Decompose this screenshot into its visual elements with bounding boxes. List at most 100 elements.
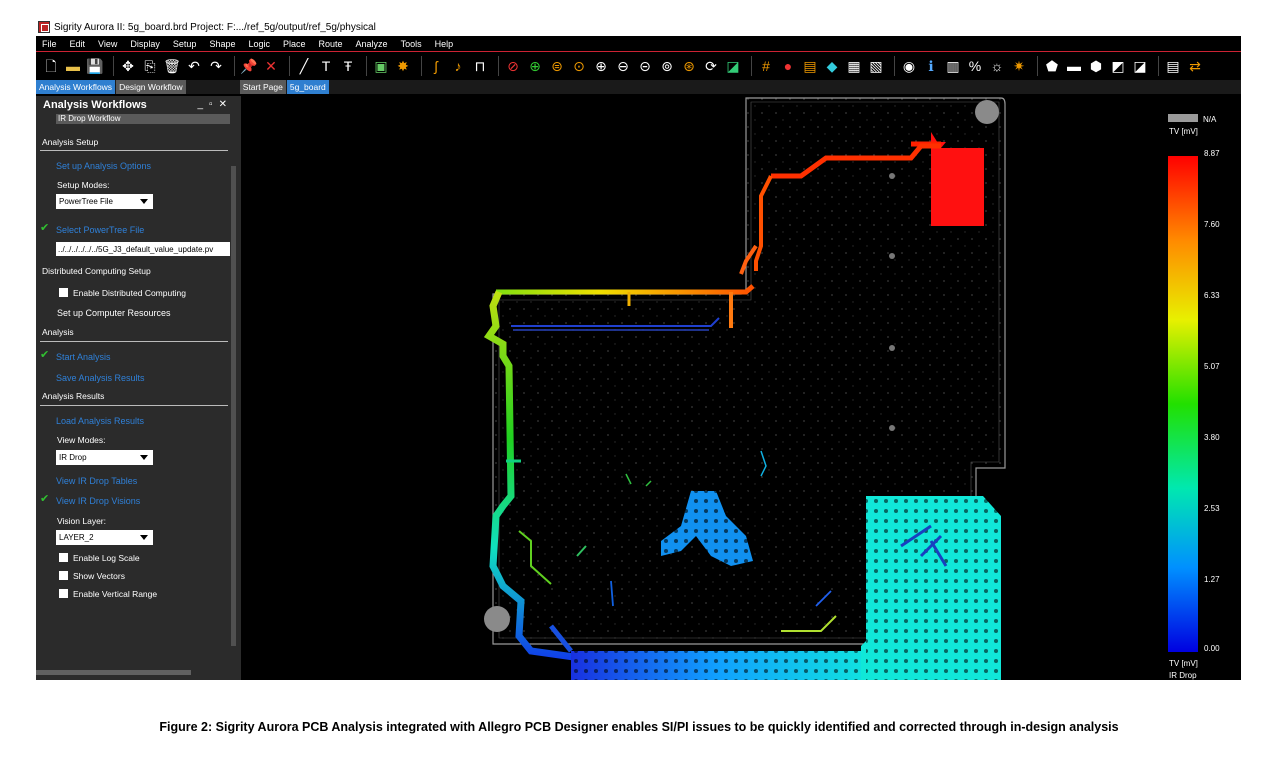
shape-add-icon[interactable]: ⬟ — [1043, 57, 1061, 75]
unpin-icon[interactable]: ✕ — [262, 57, 280, 75]
tab-design-workflow[interactable]: Design Workflow — [116, 80, 186, 94]
ir-drop-visualization: N/A TV [mV] 8.87 7.60 6.33 5.07 3.80 2.5… — [483, 97, 1220, 680]
horizontal-scrollbar[interactable] — [36, 670, 191, 675]
zoom-window-icon[interactable]: ⊙ — [570, 57, 588, 75]
setup-modes-dropdown[interactable]: PowerTree File — [56, 194, 153, 209]
copy-icon[interactable]: ⎘ — [141, 57, 159, 75]
toolbar: 🗋 ▬ 💾 ✥ ⎘ 🗑 ↶ ↷ 📌 ✕ ╱ T Ŧ ▣ ✸ ʃ ♪ ⊓ ⊘ ⊕ … — [36, 52, 1241, 80]
shape-void-icon[interactable]: ◪ — [1131, 57, 1149, 75]
chevron-down-icon — [140, 535, 148, 540]
shape-edit-icon[interactable]: ▬ — [1065, 57, 1083, 75]
menu-analyze[interactable]: Analyze — [356, 39, 388, 49]
add-line-icon[interactable]: ╱ — [295, 57, 313, 75]
section-analysis-setup: Analysis Setup — [42, 137, 99, 147]
save-icon[interactable]: 💾 — [86, 57, 104, 75]
delay-tune-icon[interactable]: ⊓ — [471, 57, 489, 75]
section-analysis: Analysis — [42, 327, 74, 337]
3d-view-icon[interactable]: ◪ — [724, 57, 742, 75]
route-connect-icon[interactable]: ʃ — [427, 57, 445, 75]
view-ir-drop-tables-link[interactable]: View IR Drop Tables — [56, 476, 137, 486]
tab-start-page[interactable]: Start Page — [239, 80, 286, 94]
swap-icon[interactable]: ⇄ — [1186, 57, 1204, 75]
vertical-scrollbar[interactable] — [231, 166, 236, 646]
shadow-icon[interactable]: ◆ — [823, 57, 841, 75]
view-modes-value: IR Drop — [59, 453, 87, 462]
export-icon[interactable]: ▤ — [1164, 57, 1182, 75]
pin-icon[interactable]: 📌 — [240, 57, 258, 75]
zoom-fit-icon[interactable]: ⊜ — [548, 57, 566, 75]
edit-text-icon[interactable]: Ŧ — [339, 57, 357, 75]
open-folder-icon[interactable]: ▬ — [64, 57, 82, 75]
zoom-in-icon[interactable]: ⊕ — [592, 57, 610, 75]
menu-place[interactable]: Place — [283, 39, 306, 49]
shape-merge-icon[interactable]: ⬢ — [1087, 57, 1105, 75]
stop-icon[interactable]: ⊘ — [504, 57, 522, 75]
zoom-out-icon[interactable]: ⊖ — [614, 57, 632, 75]
show-vectors-checkbox[interactable] — [59, 571, 68, 580]
vertical-range-checkbox[interactable] — [59, 589, 68, 598]
zoom-center-icon[interactable]: ⊚ — [658, 57, 676, 75]
grid-icon[interactable]: # — [757, 57, 775, 75]
undo-icon[interactable]: ↶ — [185, 57, 203, 75]
menu-tools[interactable]: Tools — [401, 39, 422, 49]
visibility-icon[interactable]: ◉ — [900, 57, 918, 75]
menu-setup[interactable]: Setup — [173, 39, 197, 49]
properties-icon[interactable]: ▧ — [867, 57, 885, 75]
crossprobe-icon[interactable]: % — [966, 57, 984, 75]
computer-resources-link[interactable]: Set up Computer Resources — [57, 308, 171, 318]
mounting-hole — [484, 606, 510, 632]
measure-icon[interactable]: ▥ — [944, 57, 962, 75]
start-analysis-link[interactable]: Start Analysis — [56, 352, 111, 362]
redraw-icon[interactable]: ⟳ — [702, 57, 720, 75]
add-text-icon[interactable]: T — [317, 57, 335, 75]
powertree-path-field[interactable]: ../../../../../../5G_J3_default_value_up… — [56, 242, 230, 256]
toolbar-separator — [498, 56, 499, 76]
menu-edit[interactable]: Edit — [70, 39, 86, 49]
dehighlight-icon[interactable]: ✷ — [1010, 57, 1028, 75]
redo-icon[interactable]: ↷ — [207, 57, 225, 75]
color-icon[interactable]: ● — [779, 57, 797, 75]
toolbar-separator — [894, 56, 895, 76]
chip-icon[interactable]: ✸ — [394, 57, 412, 75]
show-vectors-label: Show Vectors — [73, 571, 125, 581]
menu-display[interactable]: Display — [130, 39, 160, 49]
status-icon[interactable]: ⊕ — [526, 57, 544, 75]
enable-vertical-range-option[interactable]: Enable Vertical Range — [59, 589, 157, 599]
menu-shape[interactable]: Shape — [209, 39, 235, 49]
select-powertree-file-link[interactable]: Select PowerTree File — [56, 225, 144, 235]
view-modes-dropdown[interactable]: IR Drop — [56, 450, 153, 465]
setup-analysis-options-link[interactable]: Set up Analysis Options — [56, 161, 151, 171]
zoom-previous-icon[interactable]: ⊛ — [680, 57, 698, 75]
highlight-icon[interactable]: ☼ — [988, 57, 1006, 75]
pcb-canvas[interactable]: N/A TV [mV] 8.87 7.60 6.33 5.07 3.80 2.5… — [241, 96, 1241, 680]
tab-5g-board[interactable]: 5g_board — [286, 80, 329, 94]
enable-distributed-computing-option[interactable]: Enable Distributed Computing — [59, 288, 186, 298]
new-file-icon[interactable]: 🗋 — [42, 57, 60, 75]
menu-help[interactable]: Help — [435, 39, 454, 49]
save-analysis-results-link[interactable]: Save Analysis Results — [56, 373, 145, 383]
workflow-selector[interactable]: IR Drop Workflow — [56, 114, 230, 124]
shape-select-icon[interactable]: ◩ — [1109, 57, 1127, 75]
enable-log-scale-option[interactable]: Enable Log Scale — [59, 553, 140, 563]
show-vectors-option[interactable]: Show Vectors — [59, 571, 125, 581]
menu-file[interactable]: File — [42, 39, 57, 49]
load-analysis-results-link[interactable]: Load Analysis Results — [56, 416, 144, 426]
zoom-world-icon[interactable]: ⊝ — [636, 57, 654, 75]
view-ir-drop-visions-link[interactable]: View IR Drop Visions — [56, 496, 140, 506]
report-icon[interactable]: ▦ — [845, 57, 863, 75]
enable-distributed-checkbox[interactable] — [59, 288, 68, 297]
info-icon[interactable]: ℹ — [922, 57, 940, 75]
menu-route[interactable]: Route — [319, 39, 343, 49]
title-bar: Sigrity Aurora II: 5g_board.brd Project:… — [36, 18, 1241, 36]
delete-icon[interactable]: 🗑 — [163, 57, 181, 75]
tab-analysis-workflows[interactable]: Analysis Workflows — [36, 80, 116, 94]
vision-layer-dropdown[interactable]: LAYER_2 — [56, 530, 153, 545]
slide-icon[interactable]: ♪ — [449, 57, 467, 75]
menu-logic[interactable]: Logic — [248, 39, 270, 49]
move-icon[interactable]: ✥ — [119, 57, 137, 75]
layers-icon[interactable]: ▤ — [801, 57, 819, 75]
place-component-icon[interactable]: ▣ — [372, 57, 390, 75]
log-scale-checkbox[interactable] — [59, 553, 68, 562]
menu-view[interactable]: View — [98, 39, 117, 49]
panel-window-controls[interactable]: _▫✕ — [198, 99, 234, 110]
